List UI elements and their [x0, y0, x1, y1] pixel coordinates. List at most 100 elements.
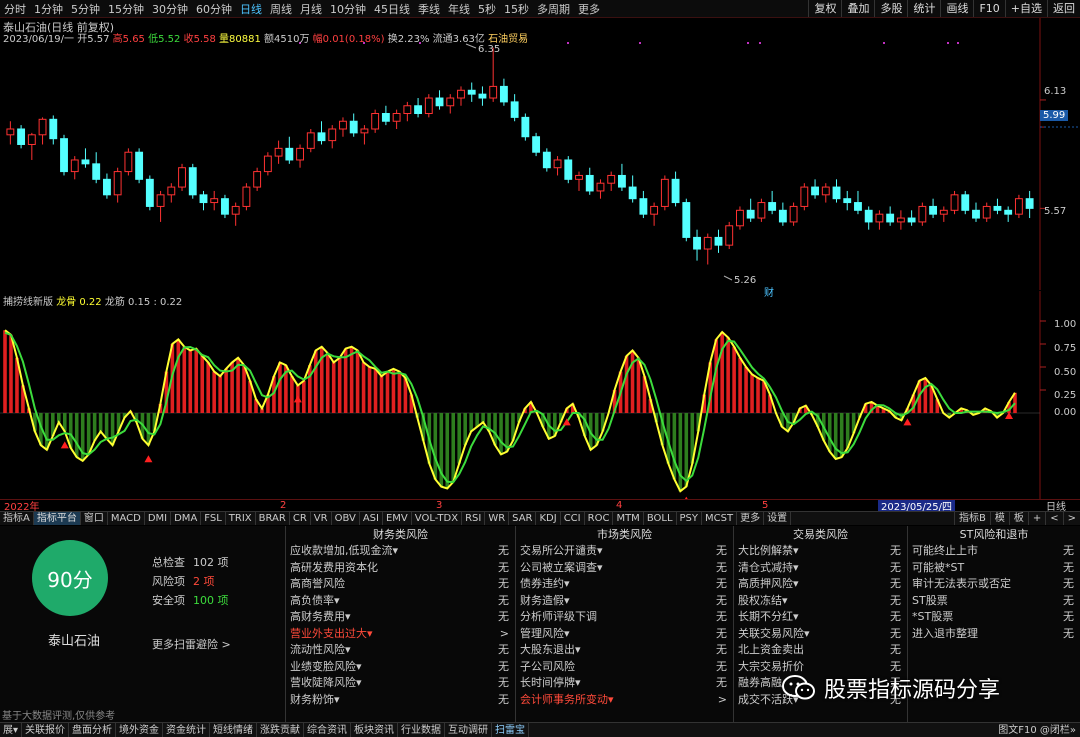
toolbar-button[interactable]: 多股 [874, 0, 907, 17]
indicator-tab[interactable]: BRAR [256, 512, 290, 525]
risk-item[interactable]: 高质押风险▾ 无 [734, 576, 907, 593]
risk-item[interactable]: 营业外支出过大▾ > [286, 626, 515, 643]
risk-item[interactable]: 分析师评级下调 无 [516, 609, 733, 626]
indicator-tab[interactable]: SAR [509, 512, 537, 525]
risk-item[interactable]: 可能被*ST 无 [908, 560, 1080, 577]
risk-item[interactable]: 管理风险▾ 无 [516, 626, 733, 643]
indicator-tab[interactable]: KDJ [536, 512, 561, 525]
bottom-tab[interactable]: 综合资讯 [304, 723, 352, 737]
risk-item[interactable]: 业绩变脸风险▾ 无 [286, 659, 515, 676]
risk-item[interactable]: 财务造假▾ 无 [516, 593, 733, 610]
risk-item[interactable]: 高财务费用▾ 无 [286, 609, 515, 626]
period-tab[interactable]: 45日线 [370, 1, 414, 17]
risk-item[interactable]: 应收款增加,低现金流▾ 无 [286, 543, 515, 560]
risk-item[interactable]: 债券违约▾ 无 [516, 576, 733, 593]
indicator-tab[interactable]: WR [485, 512, 510, 525]
period-tab[interactable]: 15秒 [500, 1, 533, 17]
risk-item[interactable]: 交易所公开谴责▾ 无 [516, 543, 733, 560]
risk-item[interactable]: ST股票 无 [908, 593, 1080, 610]
risk-item[interactable]: 高商誉风险 无 [286, 576, 515, 593]
period-tab[interactable]: 月线 [296, 1, 326, 17]
risk-item[interactable]: 清仓式减持▾ 无 [734, 560, 907, 577]
toolbar-button[interactable]: 画线 [940, 0, 973, 17]
risk-item[interactable]: 高研发费用资本化 无 [286, 560, 515, 577]
period-tab[interactable]: 15分钟 [104, 1, 148, 17]
period-tab[interactable]: 日线 [236, 1, 266, 17]
indicator-tab[interactable]: PSY [677, 512, 703, 525]
risk-item[interactable]: 公司被立案调查▾ 无 [516, 560, 733, 577]
period-tab[interactable]: 10分钟 [326, 1, 370, 17]
indicator-tab[interactable]: DMA [171, 512, 202, 525]
risk-item[interactable]: 大股东退出▾ 无 [516, 642, 733, 659]
bottom-tab[interactable]: 板块资讯 [351, 723, 399, 737]
period-tab[interactable]: 年线 [444, 1, 474, 17]
risk-item[interactable]: 长期不分红▾ 无 [734, 609, 907, 626]
risk-item[interactable]: 大比例解禁▾ 无 [734, 543, 907, 560]
risk-item[interactable]: 可能终止上市 无 [908, 543, 1080, 560]
risk-item[interactable]: 进入退市整理 无 [908, 626, 1080, 643]
bottom-tab[interactable]: 短线情绪 [210, 723, 258, 737]
bottom-tab[interactable]: 互动调研 [445, 723, 493, 737]
toolbar-button[interactable]: 返回 [1047, 0, 1080, 17]
period-tab[interactable]: 更多 [574, 1, 604, 17]
more-scan-link[interactable]: 更多扫雷避险 > [152, 636, 231, 652]
period-tab[interactable]: 多周期 [533, 1, 574, 17]
risk-item[interactable]: 流动性风险▾ 无 [286, 642, 515, 659]
indicator-tab[interactable]: MTM [613, 512, 644, 525]
risk-item[interactable]: 会计师事务所变动▾ > [516, 692, 733, 709]
indicator-name[interactable]: 捕捞线新版 [3, 297, 53, 308]
indicator-tab[interactable]: ASI [360, 512, 383, 525]
bottom-tab[interactable]: 境外资金 [116, 723, 164, 737]
risk-item[interactable]: 财务粉饰▾ 无 [286, 692, 515, 709]
indicator-tab[interactable]: MCST [702, 512, 738, 525]
indicator-tab[interactable]: VR [311, 512, 332, 525]
kline-panel[interactable]: 泰山石油(日线 前复权) 2023/06/19/一 开5.57 高5.65 低5… [0, 18, 1080, 299]
indicator-tab[interactable]: FSL [201, 512, 226, 525]
bottom-tab[interactable]: 扫雷宝 [492, 723, 530, 737]
tabbar-control[interactable]: 模 [989, 512, 1009, 525]
indicator-panel[interactable]: 捕捞线新版 龙骨 0.22 龙筋 0.15 : 0.22 1.00 0.75 0… [0, 291, 1080, 499]
risk-item[interactable]: 子公司风险 无 [516, 659, 733, 676]
period-tab[interactable]: 季线 [414, 1, 444, 17]
indicator-tab[interactable]: 窗口 [81, 512, 108, 525]
tabbar-control[interactable]: 板 [1008, 512, 1028, 525]
period-tab[interactable]: 1分钟 [30, 1, 67, 17]
indicator-tab[interactable]: 指标A [0, 512, 34, 525]
risk-item[interactable]: *ST股票 无 [908, 609, 1080, 626]
bottom-tab[interactable]: 涨跌贡献 [257, 723, 305, 737]
toolbar-button[interactable]: 统计 [907, 0, 940, 17]
tabbar-control[interactable]: < [1045, 512, 1062, 525]
toolbar-button[interactable]: 复权 [808, 0, 841, 17]
toolbar-button[interactable]: +自选 [1004, 0, 1047, 17]
risk-item[interactable]: 北上资金卖出 无 [734, 642, 907, 659]
tabbar-control[interactable]: > [1062, 512, 1080, 525]
indicator-tab[interactable]: EMV [383, 512, 412, 525]
bottom-tab[interactable]: 展▾ [0, 723, 23, 737]
kline-chart[interactable] [0, 18, 1080, 290]
indicator-tab[interactable]: OBV [332, 512, 360, 525]
indicator-tab[interactable]: CR [290, 512, 311, 525]
risk-item[interactable]: 营收陡降风险▾ 无 [286, 675, 515, 692]
indicator-chart[interactable] [0, 291, 1080, 499]
risk-item[interactable]: 关联交易风险▾ 无 [734, 626, 907, 643]
period-tab[interactable]: 30分钟 [148, 1, 192, 17]
period-tab[interactable]: 60分钟 [192, 1, 236, 17]
tabbar-control[interactable]: 指标B [953, 512, 990, 525]
period-tab[interactable]: 5秒 [474, 1, 500, 17]
f10-toggle[interactable]: 图文F10 @闭栏» [998, 723, 1076, 737]
period-tab[interactable]: 分时 [0, 1, 30, 17]
indicator-tab[interactable]: 设置 [764, 512, 792, 525]
indicator-tab[interactable]: 指标平台 [33, 512, 81, 525]
period-tab[interactable]: 5分钟 [67, 1, 104, 17]
indicator-tab[interactable]: TRIX [226, 512, 256, 525]
indicator-tab[interactable]: DMI [145, 512, 172, 525]
bottom-tab[interactable]: 盘面分析 [69, 723, 117, 737]
indicator-tab[interactable]: 更多 [737, 512, 765, 525]
risk-item[interactable]: 股权冻结▾ 无 [734, 593, 907, 610]
indicator-tab[interactable]: MACD [108, 512, 145, 525]
toolbar-button[interactable]: F10 [973, 0, 1004, 17]
bottom-tab[interactable]: 资金统计 [163, 723, 211, 737]
tabbar-control[interactable]: + [1027, 512, 1045, 525]
indicator-tab[interactable]: VOL-TDX [412, 512, 463, 525]
bottom-tab[interactable]: 行业数据 [398, 723, 446, 737]
